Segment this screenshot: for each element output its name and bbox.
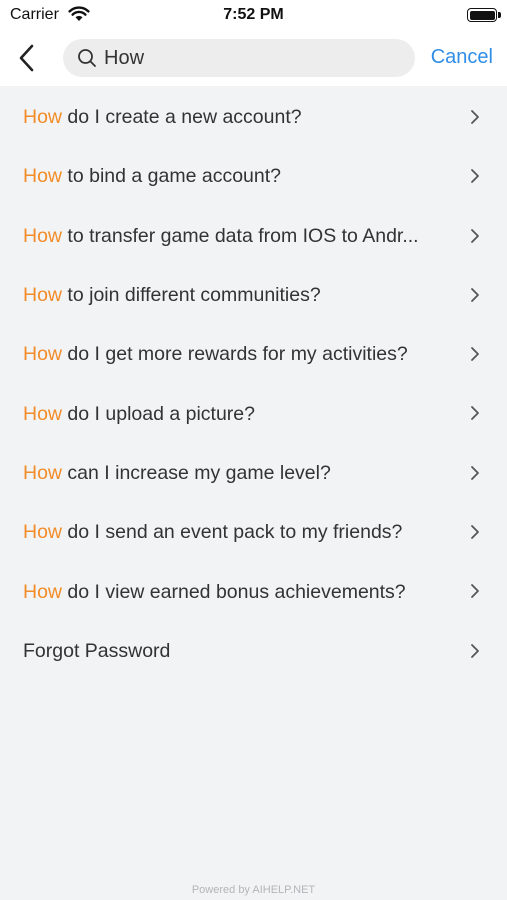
chevron-right-icon xyxy=(471,465,479,480)
cancel-button[interactable]: Cancel xyxy=(431,46,493,69)
chevron-right-icon xyxy=(471,169,479,184)
battery-cap xyxy=(498,12,501,18)
faq-item-title: How to transfer game data from IOS to An… xyxy=(23,225,448,248)
search-icon xyxy=(78,49,96,67)
chevron-right-icon xyxy=(471,406,479,421)
faq-item-text: do I get more rewards for my activities? xyxy=(62,343,408,366)
status-bar: Carrier 7:52 PM xyxy=(0,0,507,30)
search-match-highlight: How xyxy=(23,224,63,247)
faq-item[interactable]: How to bind a game account? xyxy=(0,147,507,206)
battery-icon xyxy=(467,8,497,22)
faq-item-text: do I upload a picture? xyxy=(62,402,255,425)
chevron-right-icon xyxy=(471,228,479,243)
faq-item-title: How can I increase my game level? xyxy=(23,462,448,485)
faq-item[interactable]: How can I increase my game level? xyxy=(0,444,507,503)
faq-item-text: do I send an event pack to my friends? xyxy=(62,521,403,544)
faq-item-title: How do I send an event pack to my friend… xyxy=(23,521,448,544)
chevron-right-icon xyxy=(471,347,479,362)
search-input[interactable] xyxy=(104,39,404,77)
faq-item[interactable]: How do I upload a picture? xyxy=(0,384,507,443)
faq-item-title: Forgot Password xyxy=(23,640,448,663)
faq-item[interactable]: Forgot Password xyxy=(0,622,507,681)
search-match-highlight: How xyxy=(23,580,63,603)
faq-item-title: How to join different communities? xyxy=(23,284,448,307)
chevron-right-icon xyxy=(471,584,479,599)
faq-item-text: to bind a game account? xyxy=(62,165,282,188)
faq-item-text: can I increase my game level? xyxy=(62,461,331,484)
chevron-right-icon xyxy=(471,287,479,302)
back-icon[interactable] xyxy=(14,42,40,74)
chevron-right-icon xyxy=(471,525,479,539)
faq-item-title: How do I view earned bonus achievements? xyxy=(23,581,448,604)
nav-bar: Cancel xyxy=(0,30,507,86)
search-match-highlight: How xyxy=(23,106,63,129)
faq-item[interactable]: How do I send an event pack to my friend… xyxy=(0,503,507,562)
footer-credit: Powered by AIHELP.NET xyxy=(191,884,316,896)
search-match-highlight: How xyxy=(23,402,63,425)
screen: Carrier 7:52 PM Cancel How do I create a… xyxy=(0,0,507,900)
faq-item-title: How do I upload a picture? xyxy=(23,403,448,426)
faq-item[interactable]: How to transfer game data from IOS to An… xyxy=(0,207,507,266)
faq-item[interactable]: How do I create a new account? xyxy=(0,88,507,147)
faq-item-text: to transfer game data from IOS to Andr..… xyxy=(62,224,419,247)
faq-item-title: How to bind a game account? xyxy=(23,165,448,188)
search-match-highlight: How xyxy=(23,284,63,307)
faq-item[interactable]: How do I get more rewards for my activit… xyxy=(0,325,507,384)
chevron-right-icon xyxy=(471,110,479,124)
search-box[interactable] xyxy=(63,39,415,77)
clock: 7:52 PM xyxy=(223,6,284,23)
faq-item[interactable]: How to join different communities? xyxy=(0,266,507,325)
faq-item[interactable]: How do I view earned bonus achievements? xyxy=(0,562,507,621)
faq-item-text: to join different communities? xyxy=(62,284,321,307)
faq-item-text: do I create a new account? xyxy=(62,106,302,129)
faq-item-text: do I view earned bonus achievements? xyxy=(62,580,406,603)
search-match-highlight: How xyxy=(23,165,63,188)
search-match-highlight: How xyxy=(23,461,63,484)
chevron-right-icon xyxy=(471,643,479,658)
faq-item-title: How do I get more rewards for my activit… xyxy=(23,343,448,366)
search-match-highlight: How xyxy=(23,343,63,366)
search-match-highlight: How xyxy=(23,521,63,544)
faq-item-title: How do I create a new account? xyxy=(23,106,448,129)
faq-item-text: Forgot Password xyxy=(23,639,171,662)
faq-list: How do I create a new account? How to bin… xyxy=(0,88,507,681)
